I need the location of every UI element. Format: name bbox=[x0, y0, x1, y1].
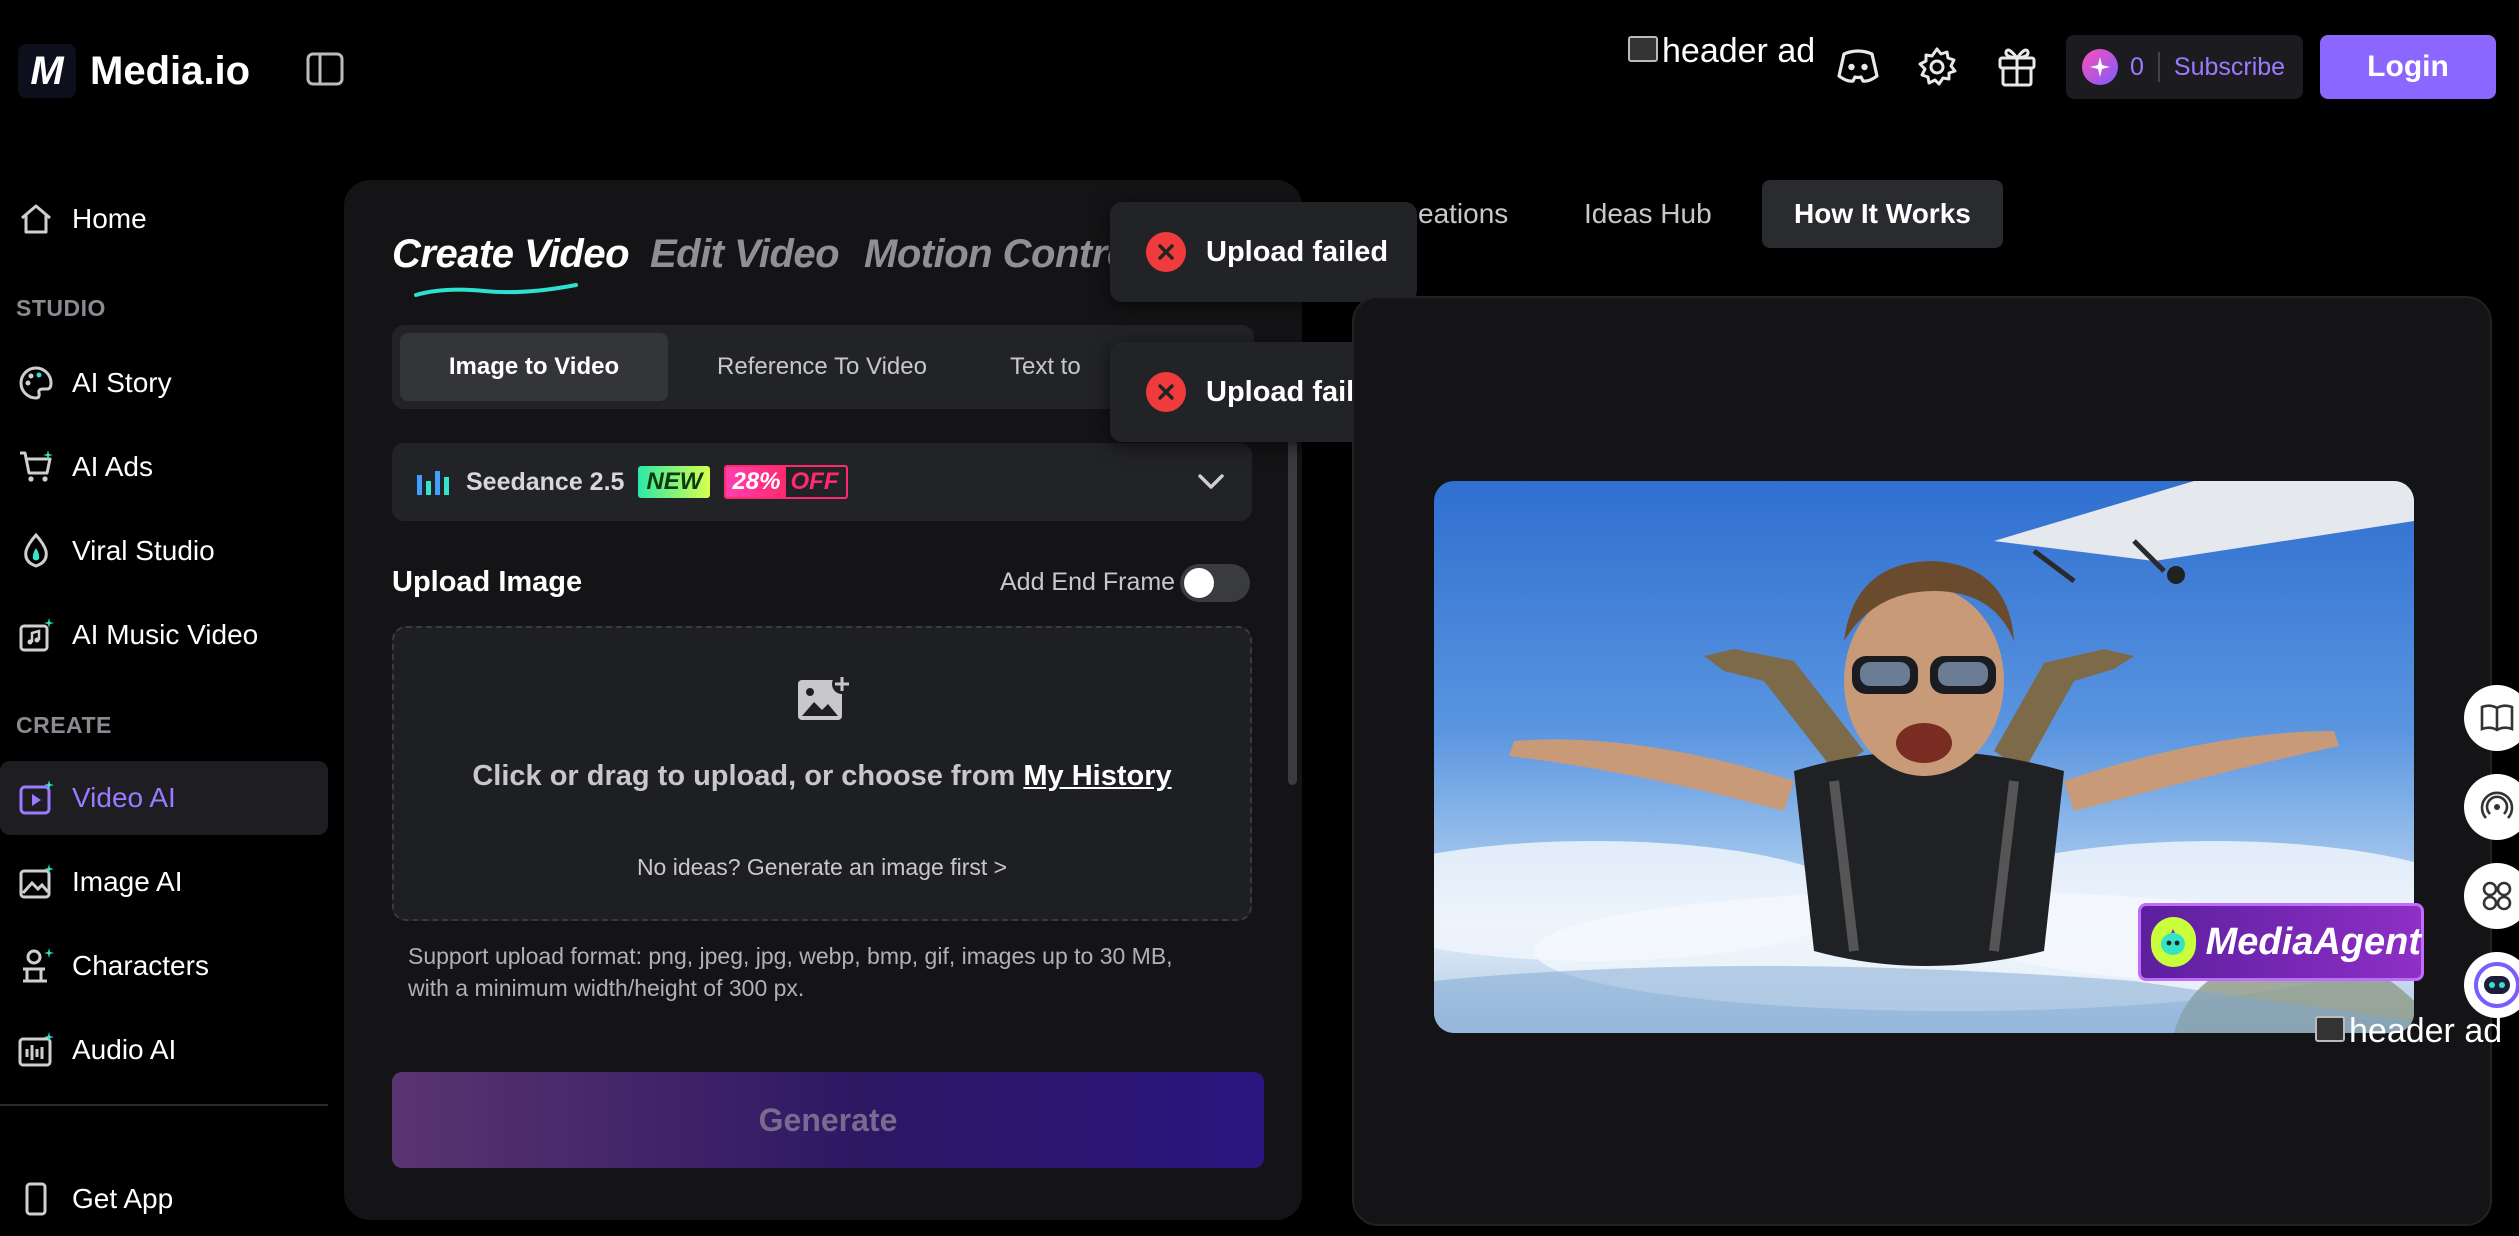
sidebar-item-label: AI Music Video bbox=[72, 619, 259, 650]
toggle-knob bbox=[1184, 568, 1214, 598]
credit-spark-icon bbox=[2082, 49, 2118, 85]
end-frame-toggle[interactable] bbox=[1180, 564, 1250, 602]
discount-badge: 28% OFF bbox=[724, 465, 849, 499]
sidebar-item-audio-ai[interactable]: Audio AI bbox=[0, 1013, 328, 1087]
discount-off: OFF bbox=[790, 468, 839, 495]
discord-icon[interactable] bbox=[1836, 46, 1880, 86]
sidebar-item-get-app[interactable]: Get App bbox=[0, 1162, 328, 1236]
tab-creations[interactable]: eations bbox=[1418, 180, 1508, 248]
sidebar-section-create: CREATE bbox=[16, 712, 112, 738]
sidebar-section-studio: STUDIO bbox=[16, 295, 106, 321]
chevron-down-icon[interactable] bbox=[1198, 474, 1224, 490]
upload-format-hint: Support upload format: png, jpeg, jpg, w… bbox=[408, 940, 1173, 1004]
cart-icon bbox=[16, 447, 56, 487]
end-frame-label: Add End Frame bbox=[1000, 568, 1176, 596]
music-video-icon bbox=[16, 615, 56, 655]
brand-name[interactable]: Media.io bbox=[90, 44, 250, 98]
sidebar-item-label: Home bbox=[72, 203, 147, 234]
sidebar-item-viral-studio[interactable]: Viral Studio bbox=[0, 514, 328, 588]
sidebar-item-label: Characters bbox=[72, 950, 209, 981]
sidebar-item-label: Viral Studio bbox=[72, 535, 215, 566]
panel-scrollbar[interactable] bbox=[1288, 440, 1297, 785]
tab-edit-video[interactable]: Edit Video bbox=[650, 232, 840, 277]
discount-percent: 28% bbox=[726, 467, 787, 497]
sidebar-item-label: AI Story bbox=[72, 367, 172, 398]
upload-failed-toast: Upload failed bbox=[1110, 202, 1417, 302]
badge-new: NEW bbox=[638, 466, 711, 498]
settings-gear-icon[interactable] bbox=[1916, 46, 1958, 88]
upload-dropzone[interactable]: Click or drag to upload, or choose from … bbox=[392, 626, 1252, 921]
palette-icon bbox=[16, 363, 56, 403]
sidebar-item-label: Audio AI bbox=[72, 1034, 177, 1065]
sidebar-item-ai-music-video[interactable]: AI Music Video bbox=[0, 598, 328, 672]
characters-icon bbox=[16, 946, 56, 986]
phone-icon bbox=[16, 1179, 56, 1219]
sidebar-item-home[interactable]: Home bbox=[0, 182, 328, 256]
active-tab-underline bbox=[414, 281, 580, 301]
generate-image-first-link[interactable]: No ideas? Generate an image first > bbox=[394, 854, 1250, 881]
my-history-link[interactable]: My History bbox=[1023, 760, 1171, 792]
flame-icon bbox=[16, 531, 56, 571]
generate-button[interactable]: Generate bbox=[392, 1072, 1264, 1168]
credits-count: 0 bbox=[2130, 52, 2144, 81]
sidebar-divider bbox=[0, 1104, 328, 1106]
tab-motion-control[interactable]: Motion Control bbox=[864, 232, 1142, 277]
home-icon bbox=[16, 199, 56, 239]
error-x-icon bbox=[1146, 372, 1186, 412]
video-ai-icon bbox=[16, 778, 56, 818]
audio-ai-icon bbox=[16, 1030, 56, 1070]
preview-ad-image[interactable]: header ad bbox=[2315, 1012, 2502, 1051]
credits-subscribe-box[interactable]: 0 Subscribe bbox=[2066, 35, 2303, 99]
sidebar-item-label: Get App bbox=[72, 1183, 174, 1214]
upload-format-line-1: Support upload format: png, jpeg, jpg, w… bbox=[408, 943, 1173, 969]
add-image-icon bbox=[796, 674, 852, 724]
subtab-reference-to-video[interactable]: Reference To Video bbox=[682, 333, 962, 401]
login-button[interactable]: Login bbox=[2320, 35, 2496, 99]
tab-ideas-hub[interactable]: Ideas Hub bbox=[1584, 180, 1712, 248]
model-bars-icon bbox=[416, 467, 452, 497]
dropzone-instruction: Click or drag to upload, or choose from … bbox=[394, 760, 1250, 793]
credits-divider bbox=[2157, 52, 2160, 82]
sidebar-item-ai-ads[interactable]: AI Ads bbox=[0, 430, 328, 504]
image-ai-icon bbox=[16, 862, 56, 902]
error-x-icon bbox=[1146, 232, 1186, 272]
sidebar-item-label: Image AI bbox=[72, 866, 183, 897]
sidebar-toggle-icon[interactable] bbox=[306, 52, 344, 86]
gift-icon[interactable] bbox=[1996, 44, 2038, 88]
subtab-image-to-video[interactable]: Image to Video bbox=[400, 333, 668, 401]
agent-mascot-icon bbox=[2151, 917, 2196, 967]
media-agent-label: MediaAgent bbox=[2205, 920, 2421, 963]
sidebar-item-image-ai[interactable]: Image AI bbox=[0, 845, 328, 919]
upload-image-label: Upload Image bbox=[392, 566, 583, 598]
tab-create-video[interactable]: Create Video bbox=[392, 232, 630, 277]
media-agent-badge[interactable]: MediaAgent bbox=[2138, 903, 2424, 981]
dropzone-text: Click or drag to upload, or choose from bbox=[472, 760, 1016, 792]
upload-format-line-2: with a minimum width/height of 300 px. bbox=[408, 975, 805, 1001]
model-name: Seedance 2.5 bbox=[466, 467, 625, 496]
subscribe-link[interactable]: Subscribe bbox=[2174, 53, 2285, 82]
tab-how-it-works[interactable]: How It Works bbox=[1762, 180, 2003, 248]
sidebar-item-characters[interactable]: Characters bbox=[0, 929, 328, 1003]
brand-logo-icon[interactable]: M bbox=[18, 44, 76, 98]
sidebar-item-video-ai[interactable]: Video AI bbox=[0, 761, 328, 835]
header-ad-image[interactable]: header ad bbox=[1628, 32, 1815, 71]
sidebar-item-label: AI Ads bbox=[72, 451, 153, 482]
sidebar-item-label: Video AI bbox=[72, 782, 176, 813]
model-selector[interactable]: Seedance 2.5 NEW 28% OFF bbox=[392, 443, 1252, 521]
sidebar-item-ai-story[interactable]: AI Story bbox=[0, 346, 328, 420]
toast-message: Upload failed bbox=[1206, 235, 1389, 268]
